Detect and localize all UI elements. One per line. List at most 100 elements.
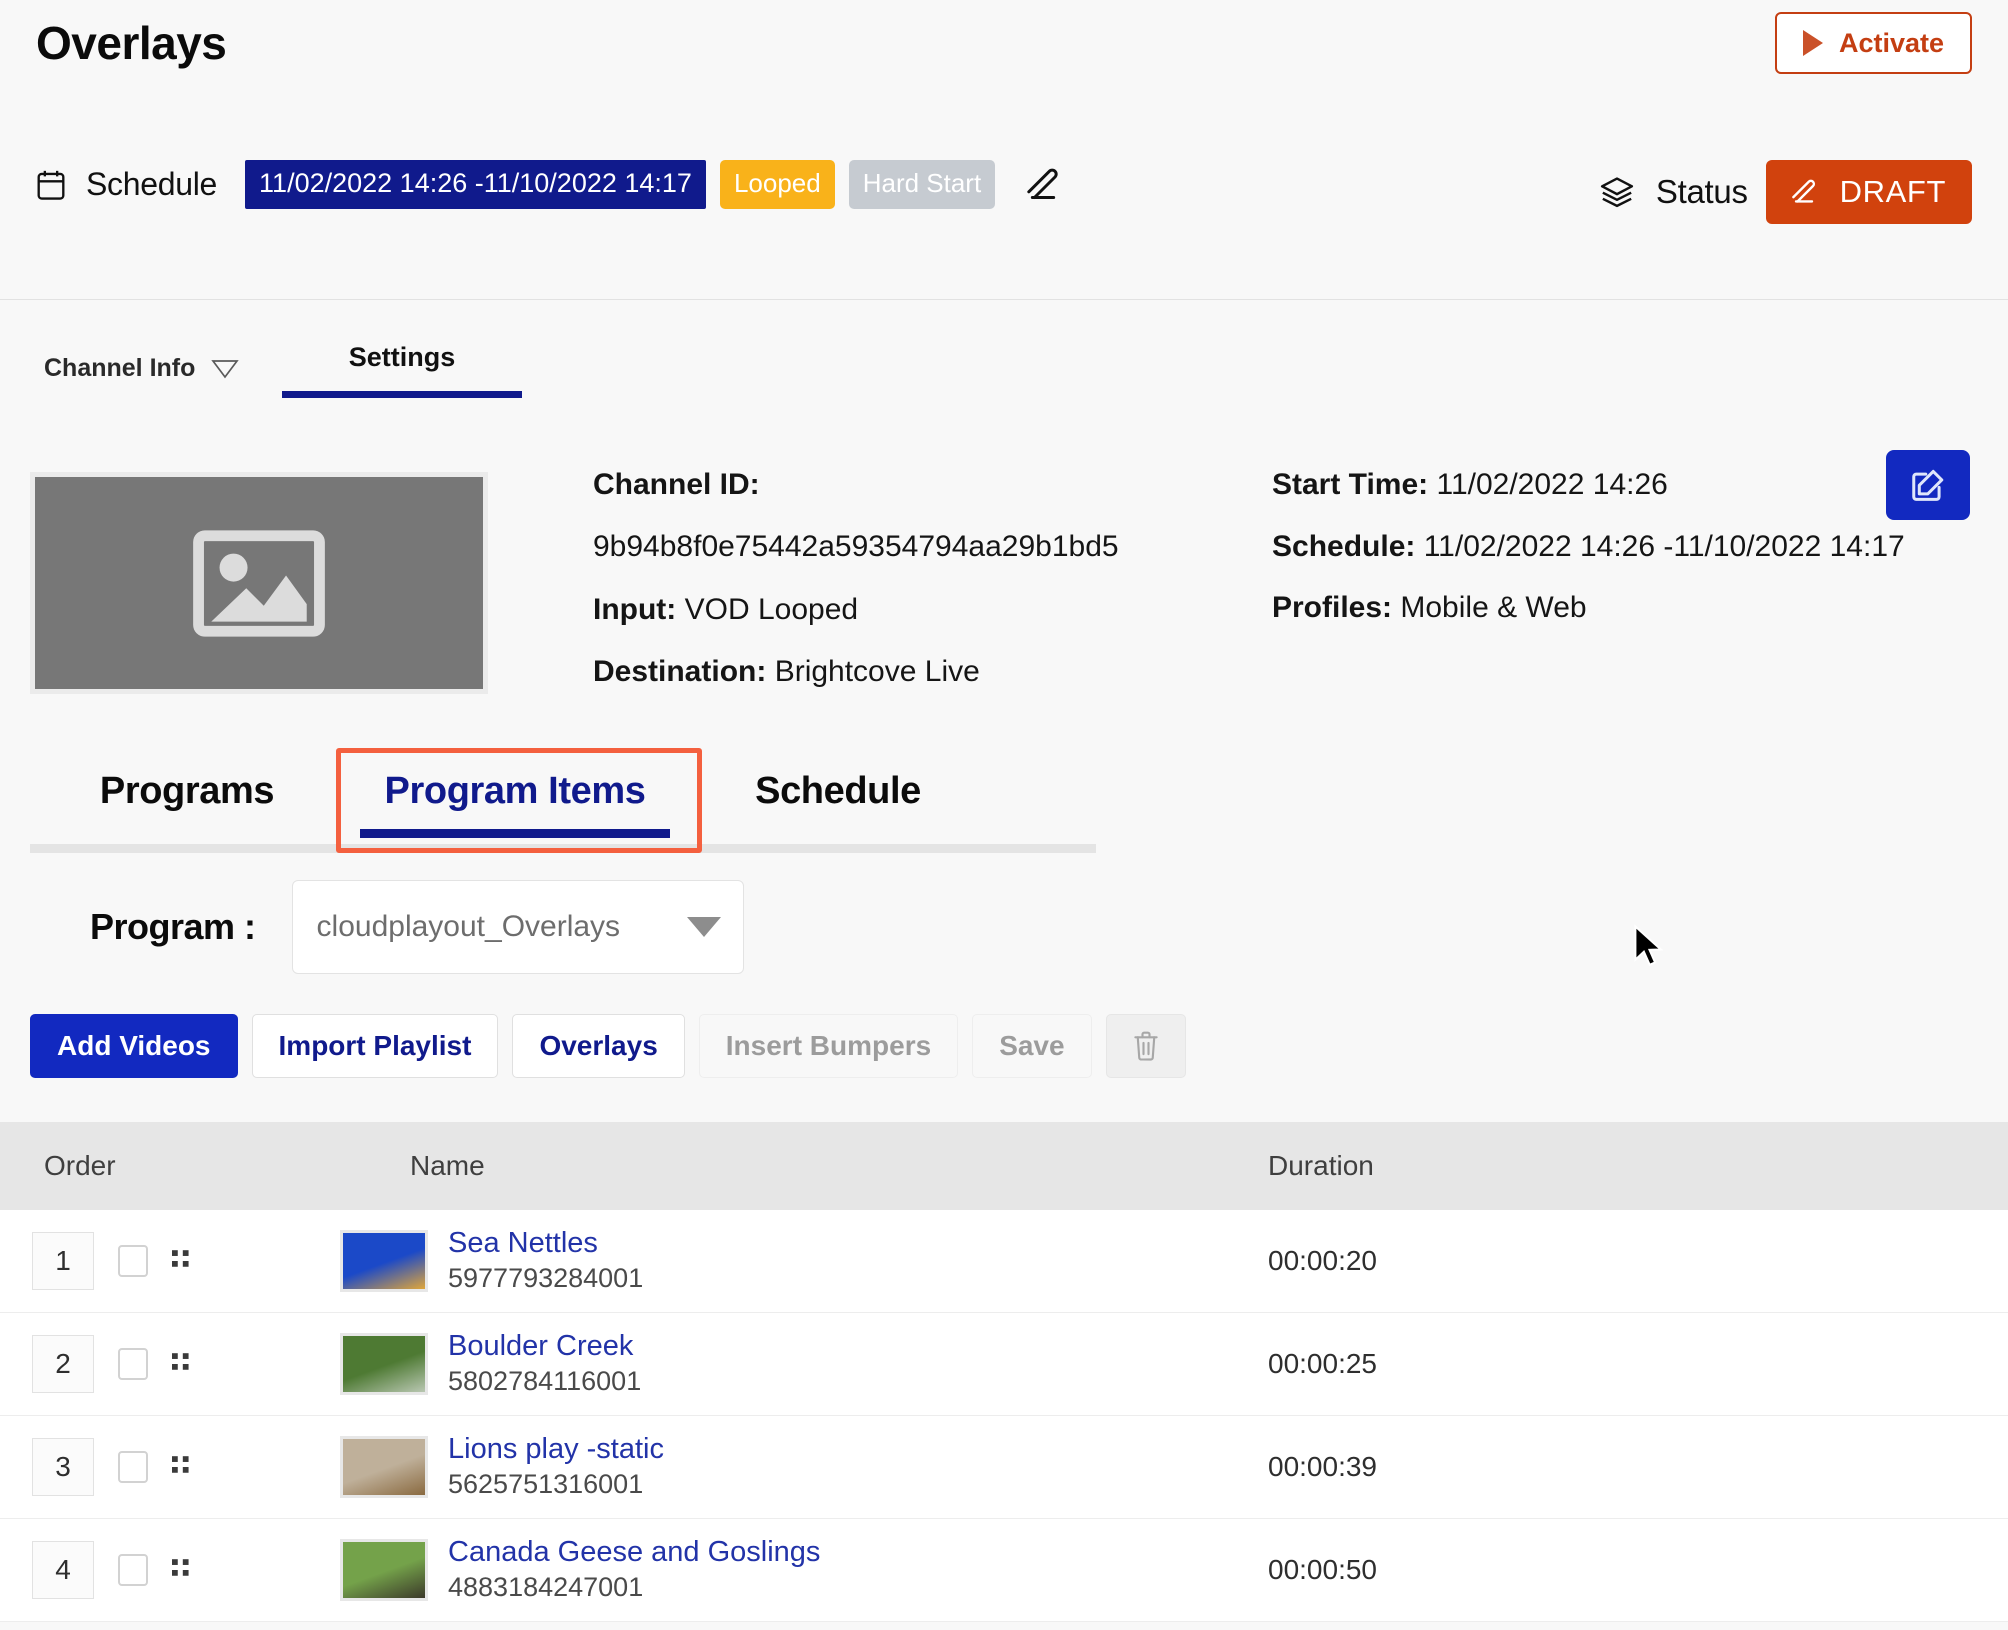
row-name-cell: Lions play -static 5625751316001: [320, 1432, 1188, 1502]
drag-handle-icon[interactable]: [172, 1248, 190, 1274]
program-tab-bar: Programs Program Items Schedule: [0, 748, 1096, 860]
page-title: Overlays: [36, 17, 227, 69]
video-name-link[interactable]: Lions play -static: [448, 1432, 664, 1466]
tab-program-items[interactable]: Program Items: [352, 770, 678, 838]
video-name-link[interactable]: Canada Geese and Goslings: [448, 1535, 820, 1569]
channel-id-label: Channel ID:: [593, 468, 760, 501]
tab-program-items-label: Program Items: [384, 770, 646, 812]
triangle-down-icon: [211, 358, 240, 380]
tab-programs[interactable]: Programs: [62, 770, 312, 829]
page-header: Overlays Activate Schedule 11/02/2022 14…: [0, 0, 2008, 300]
add-videos-button[interactable]: Add Videos: [30, 1014, 238, 1078]
overlays-button[interactable]: Overlays: [512, 1014, 685, 1078]
program-select-value: cloudplayout_Overlays: [316, 910, 621, 943]
video-name-link[interactable]: Sea Nettles: [448, 1226, 643, 1260]
channel-input-field: Input: VOD Looped: [593, 593, 859, 627]
row-name-cell: Canada Geese and Goslings 4883184247001: [320, 1535, 1188, 1605]
order-number: 1: [32, 1232, 94, 1290]
row-duration-cell: 00:00:39: [1268, 1451, 1377, 1482]
row-duration-cell: 00:00:50: [1268, 1554, 1377, 1585]
insert-bumpers-button: Insert Bumpers: [698, 1014, 959, 1078]
program-tab-track: [30, 844, 1096, 853]
app-root: Overlays Activate Schedule 11/02/2022 14…: [0, 0, 2008, 1630]
delete-button: [1105, 1014, 1186, 1078]
tab-channel-info[interactable]: Channel Info: [44, 354, 240, 383]
video-meta: Boulder Creek 5802784116001: [448, 1329, 641, 1399]
program-selector-label: Program :: [90, 906, 256, 947]
action-button-row: Add Videos Import Playlist Overlays Inse…: [30, 1014, 1186, 1078]
table-body: 1 Sea Nettles 5977793284001 00:00:20 2 Boulde…: [0, 1210, 2008, 1622]
row-checkbox[interactable]: [118, 1554, 148, 1586]
activate-button-label: Activate: [1838, 27, 1944, 58]
video-thumbnail: [340, 1230, 428, 1292]
status-badge-label: DRAFT: [1839, 174, 1946, 209]
drag-handle-icon[interactable]: [172, 1557, 190, 1583]
tab-schedule[interactable]: Schedule: [718, 770, 958, 829]
activate-button[interactable]: Activate: [1774, 12, 1972, 74]
drag-handle-icon[interactable]: [172, 1454, 190, 1480]
tab-schedule-label: Schedule: [755, 770, 921, 812]
play-triangle-icon: [1802, 30, 1823, 56]
video-id: 5802784116001: [448, 1366, 642, 1397]
row-name-cell: Boulder Creek 5802784116001: [320, 1329, 1188, 1399]
channel-profiles-field: Profiles: Mobile & Web: [1272, 591, 1587, 625]
channel-thumbnail: [30, 472, 488, 694]
import-playlist-button[interactable]: Import Playlist: [251, 1014, 499, 1078]
column-header-name: Name: [410, 1150, 485, 1181]
schedule-edit-pencil-icon[interactable]: [1009, 165, 1067, 205]
row-duration-cell: 00:00:20: [1268, 1245, 1377, 1276]
edit-square-icon: [1909, 466, 1947, 504]
tab-programs-label: Programs: [99, 770, 275, 812]
mouse-pointer-icon: [1632, 924, 1666, 967]
channel-destination-field: Destination: Brightcove Live: [593, 654, 980, 688]
order-number: 4: [32, 1541, 94, 1599]
badge-hard-start[interactable]: Hard Start: [848, 160, 996, 209]
program-select[interactable]: cloudplayout_Overlays: [291, 880, 744, 974]
video-thumbnail: [340, 1539, 428, 1601]
edit-channel-button[interactable]: [1886, 450, 1970, 520]
subtab-bar: Channel Info Settings: [0, 302, 2008, 412]
video-thumbnail: [340, 1436, 428, 1498]
video-id: 5625751316001: [448, 1469, 644, 1500]
row-checkbox[interactable]: [118, 1348, 148, 1380]
table-row: 2 Boulder Creek 5802784116001 00:00:25: [0, 1313, 2008, 1416]
channel-schedule-field: Schedule: 11/02/2022 14:26 -11/10/2022 1…: [1272, 529, 1905, 563]
channel-meta-left: Channel ID: 9b94b8f0e75442a59354794aa29b…: [593, 468, 1119, 716]
video-id: 5977793284001: [448, 1263, 644, 1294]
tab-settings-underline: [282, 391, 522, 398]
row-order-cell: 4: [0, 1541, 320, 1599]
order-number: 2: [32, 1335, 94, 1393]
row-order-cell: 3: [0, 1438, 320, 1496]
layers-icon: [1600, 176, 1638, 208]
pencil-icon: [1791, 177, 1822, 207]
drag-handle-icon[interactable]: [172, 1351, 190, 1377]
table-row: 3 Lions play -static 5625751316001 00:00:39: [0, 1416, 2008, 1519]
video-meta: Lions play -static 5625751316001: [448, 1432, 664, 1502]
tab-channel-info-label: Channel Info: [44, 354, 196, 382]
row-name-cell: Sea Nettles 5977793284001: [320, 1226, 1188, 1296]
badge-looped[interactable]: Looped: [719, 160, 835, 209]
table-header-row: Order Name Duration: [0, 1122, 2008, 1210]
tab-program-items-underline: [360, 829, 670, 838]
program-items-table: Order Name Duration 1 Sea Nettles 59777932…: [0, 1122, 2008, 1622]
trash-icon: [1131, 1029, 1161, 1063]
channel-start-time-field: Start Time: 11/02/2022 14:26: [1272, 468, 1668, 501]
tab-settings[interactable]: Settings: [282, 342, 522, 398]
schedule-range-pill[interactable]: 11/02/2022 14:26 -11/10/2022 14:17: [245, 160, 706, 209]
program-selector-row: Program : cloudplayout_Overlays: [0, 880, 744, 974]
table-row: 1 Sea Nettles 5977793284001 00:00:20: [0, 1210, 2008, 1313]
column-header-order: Order: [44, 1150, 116, 1181]
status-label: Status: [1655, 173, 1748, 210]
caret-down-icon: [686, 917, 721, 937]
status-group: Status DRAFT: [1600, 160, 1972, 224]
video-thumbnail: [340, 1333, 428, 1395]
video-name-link[interactable]: Boulder Creek: [448, 1329, 641, 1363]
save-button: Save: [972, 1014, 1092, 1078]
order-number: 3: [32, 1438, 94, 1496]
video-id: 4883184247001: [448, 1572, 644, 1603]
channel-meta-right: Start Time: 11/02/2022 14:26 Schedule: 1…: [1272, 468, 1905, 653]
row-checkbox[interactable]: [118, 1451, 148, 1483]
status-badge-draft[interactable]: DRAFT: [1765, 160, 1972, 224]
row-order-cell: 2: [0, 1335, 320, 1393]
row-checkbox[interactable]: [118, 1245, 148, 1277]
